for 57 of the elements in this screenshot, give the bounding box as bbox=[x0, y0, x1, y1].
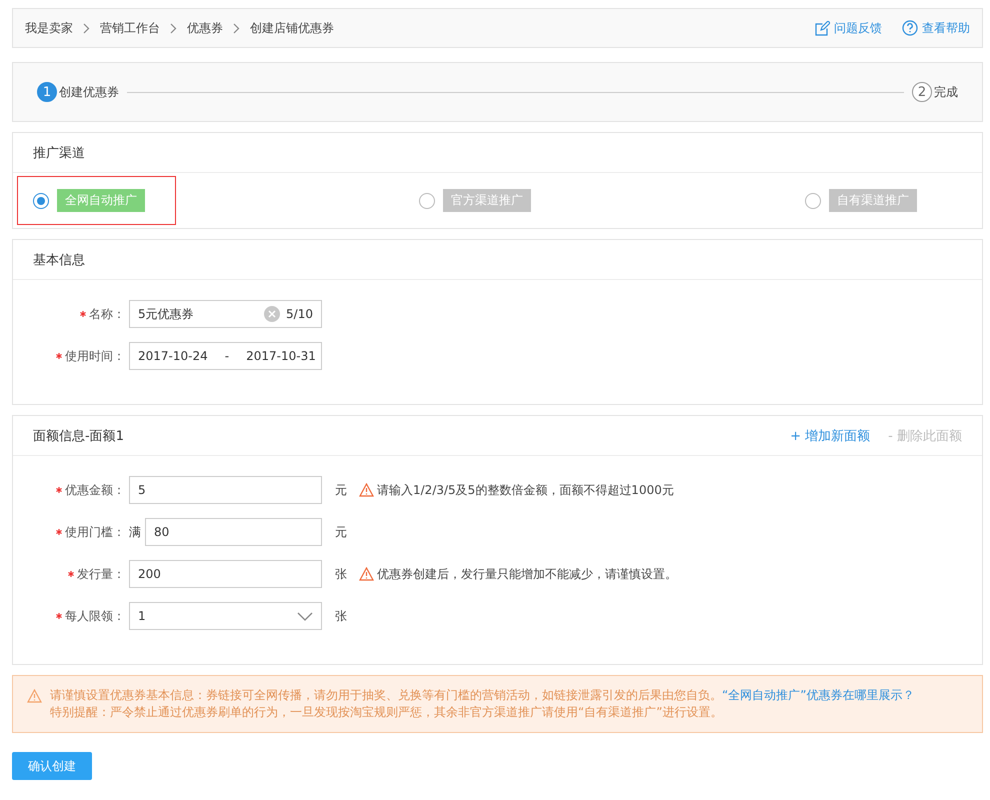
channel-option[interactable]: 全网自动推广 bbox=[17, 176, 176, 225]
breadcrumb-link[interactable]: 创建店铺优惠券 bbox=[250, 20, 334, 36]
breadcrumb-link[interactable]: 我是卖家 bbox=[25, 20, 73, 36]
channel-option[interactable]: 自有渠道推广 bbox=[789, 176, 948, 225]
panel-title: 基本信息 bbox=[33, 252, 86, 268]
channel-tag[interactable]: 自有渠道推广 bbox=[829, 189, 917, 212]
unit-text: 张 bbox=[335, 566, 347, 582]
hint-text: 请输入1/2/3/5及5的整数倍金额，面额不得超过1000元 bbox=[377, 482, 674, 498]
character-counter: 5/10 bbox=[286, 307, 313, 321]
chevron-icon bbox=[170, 22, 177, 34]
help-icon bbox=[902, 20, 918, 36]
chevron-icon bbox=[233, 22, 240, 34]
radio-button[interactable] bbox=[805, 192, 821, 208]
step-number: 1 bbox=[37, 82, 57, 102]
feedback-link[interactable]: 问题反馈 bbox=[815, 20, 882, 36]
notice-text: 请谨慎设置优惠券基本信息：券链接可全网传播，请勿用于抽奖、兑换等有门槛的营销活动，如链接泄露引发的后果由您自负。 bbox=[50, 688, 722, 702]
step-label: 完成 bbox=[934, 84, 958, 100]
warning-icon bbox=[359, 483, 374, 497]
panel-title: 推广渠道 bbox=[33, 144, 86, 162]
chevron-icon bbox=[83, 22, 90, 34]
unit-text: 元 bbox=[335, 482, 347, 498]
value-input[interactable]: 5 bbox=[129, 476, 322, 504]
channel-option[interactable]: 官方渠道推广 bbox=[403, 176, 562, 225]
unit-text: 元 bbox=[335, 524, 347, 540]
breadcrumb-link[interactable]: 优惠券 bbox=[187, 20, 223, 36]
prefix-text: 满 bbox=[129, 524, 141, 540]
warning-icon bbox=[27, 689, 42, 703]
clear-icon[interactable] bbox=[264, 306, 280, 322]
hint-text: 优惠券创建后，发行量只能增加不能减少，请谨慎设置。 bbox=[377, 566, 677, 582]
date-range-input[interactable]: 2017-10-24 - 2017-10-31 bbox=[129, 342, 322, 370]
value-input[interactable]: 200 bbox=[129, 560, 322, 588]
face-value-action[interactable]: + 增加新面额 bbox=[790, 426, 870, 444]
confirm-button[interactable]: 确认创建 bbox=[12, 752, 92, 780]
breadcrumb-link[interactable]: 营销工作台 bbox=[100, 20, 160, 36]
value-input[interactable]: 80 bbox=[145, 518, 322, 546]
field-label: 使用门槛： bbox=[65, 524, 125, 540]
channel-tag[interactable]: 官方渠道推广 bbox=[443, 189, 531, 212]
step-number: 2 bbox=[912, 82, 932, 102]
field-label: 每人限领： bbox=[65, 608, 125, 624]
field-label: 优惠金额： bbox=[65, 482, 125, 498]
panel-title: 面额信息-面额1 bbox=[33, 428, 125, 444]
field-label: 发行量： bbox=[77, 566, 125, 582]
radio-button[interactable] bbox=[419, 192, 435, 208]
dropdown-caret-icon bbox=[297, 612, 313, 620]
step-label: 创建优惠券 bbox=[59, 84, 119, 100]
notice-link[interactable]: “全网自动推广”优惠券在哪里展示？ bbox=[722, 688, 914, 702]
edit-icon bbox=[815, 20, 830, 36]
name-input[interactable]: 5元优惠券 5/10 bbox=[129, 300, 322, 328]
field-label: 使用时间： bbox=[65, 348, 125, 364]
channel-tag[interactable]: 全网自动推广 bbox=[57, 189, 145, 212]
radio-button[interactable] bbox=[33, 192, 49, 208]
unit-text: 张 bbox=[335, 608, 347, 624]
limit-select[interactable]: 1 bbox=[129, 602, 322, 630]
warning-icon bbox=[359, 567, 374, 581]
help-link[interactable]: 查看帮助 bbox=[902, 20, 970, 36]
notice-text: 特别提醒：严令禁止通过优惠券刷单的行为，一旦发现按淘宝规则严惩，其余非官方渠道推广请使用“自有渠道推广”进行设置。 bbox=[50, 704, 724, 721]
field-label: 名称： bbox=[89, 306, 125, 322]
